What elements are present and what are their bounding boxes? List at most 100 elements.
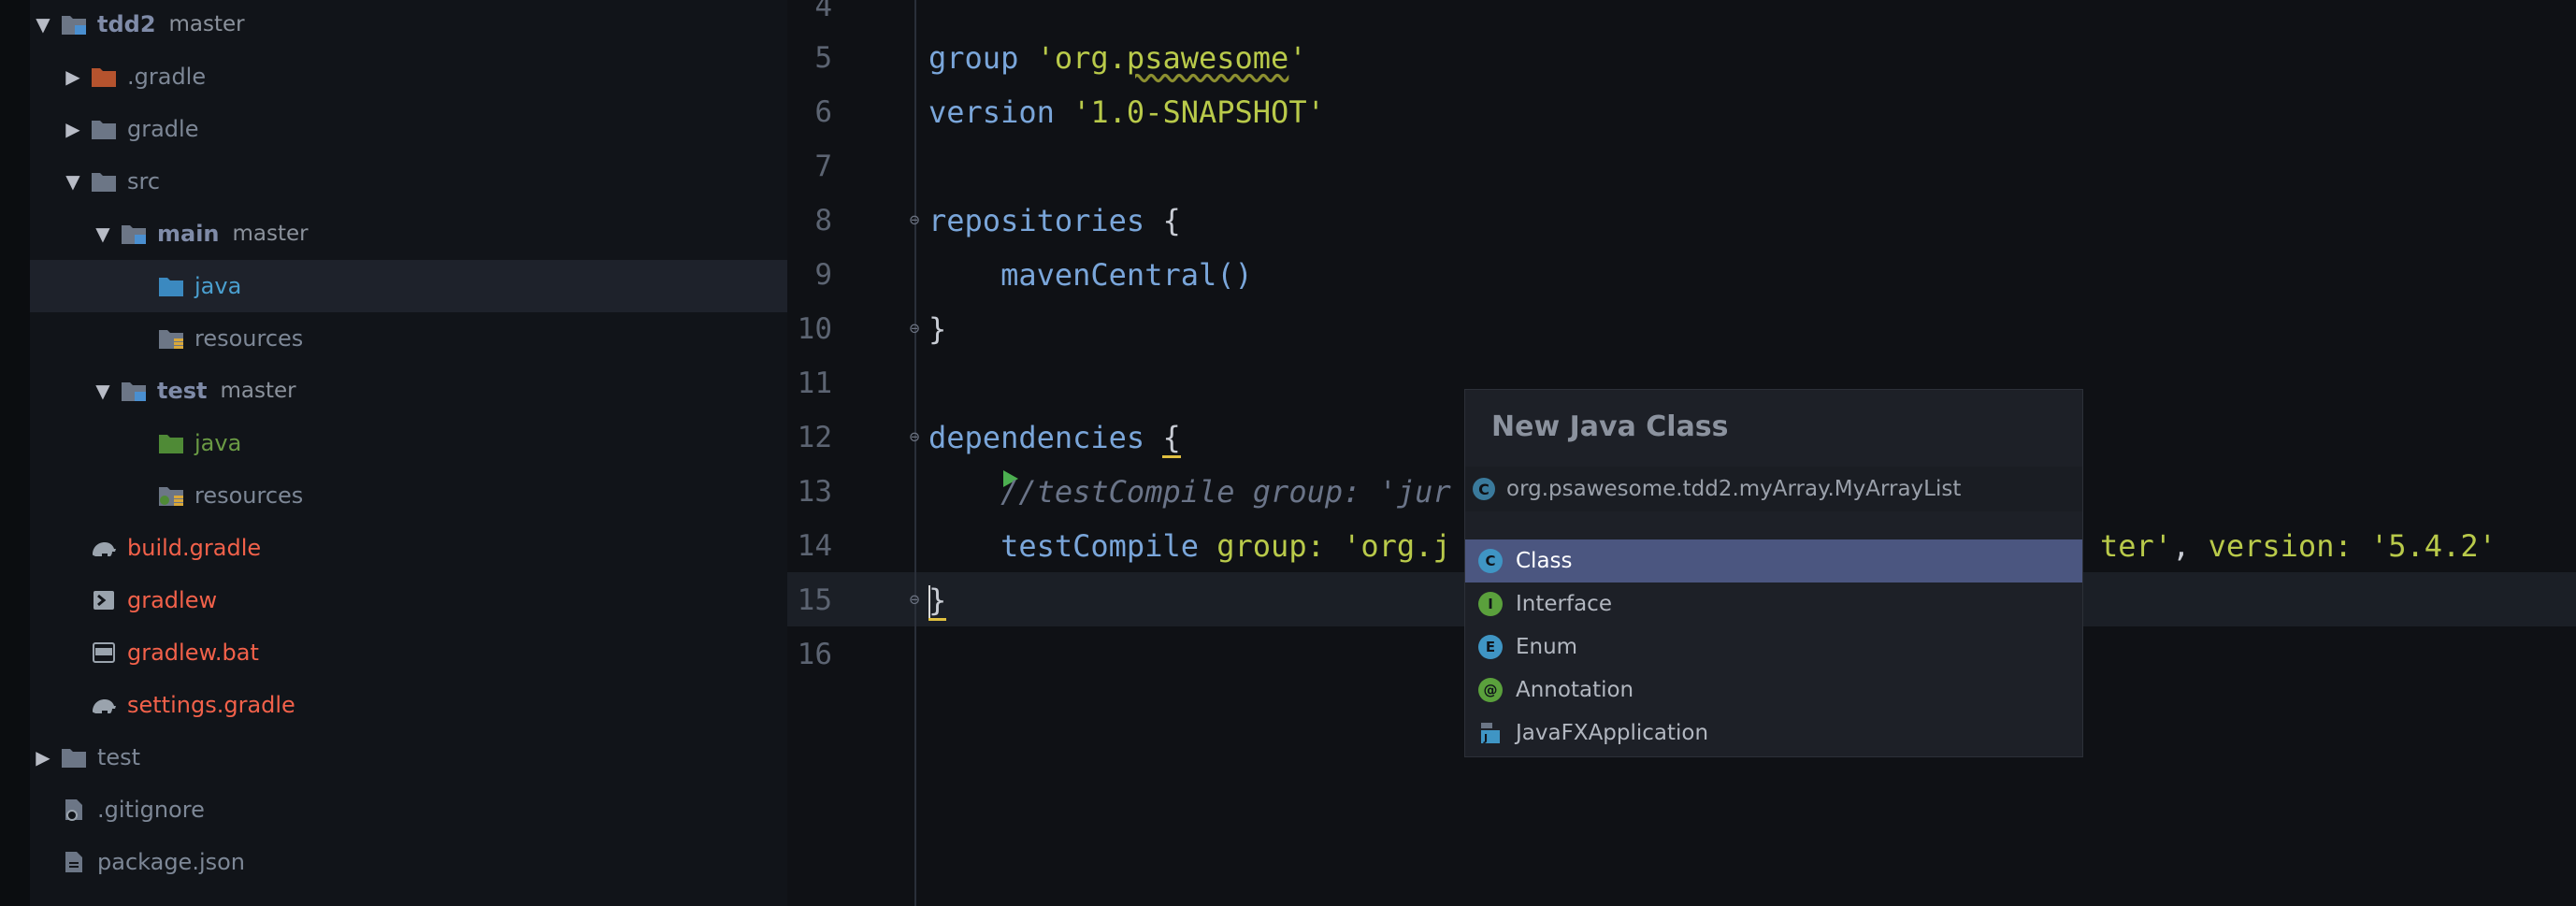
tree-item-gradle[interactable]: ▶ gradle bbox=[30, 103, 787, 155]
module-folder-icon bbox=[120, 222, 148, 246]
popup-title: New Java Class bbox=[1491, 410, 1729, 443]
tree-item-label: resources bbox=[194, 325, 304, 352]
kind-option-label: Annotation bbox=[1516, 678, 1634, 702]
code-line[interactable]: 5 group 'org.psawesome' bbox=[787, 31, 2576, 85]
collapsed-arrow-icon[interactable]: ▶ bbox=[60, 65, 86, 88]
expanded-arrow-icon[interactable]: ▼ bbox=[30, 13, 56, 36]
kind-option-label: Enum bbox=[1516, 635, 1578, 659]
line-number: 16 bbox=[797, 638, 832, 671]
line-number: 8 bbox=[814, 204, 832, 237]
tree-item-label: settings.gradle bbox=[127, 692, 295, 718]
code-text: mavenCentral() bbox=[928, 257, 1253, 293]
vcs-branch-label: master bbox=[220, 379, 296, 403]
tree-item-label: gradlew bbox=[127, 587, 218, 613]
run-gutter-icon[interactable] bbox=[855, 426, 1019, 487]
fold-end-icon[interactable]: ⊖ bbox=[905, 318, 924, 340]
source-folder-icon bbox=[157, 274, 185, 298]
class-name-input[interactable]: C org.psawesome.tdd2.myArray.MyArrayList bbox=[1465, 467, 2082, 511]
kind-option-interface[interactable]: I Interface bbox=[1465, 582, 2082, 626]
code-text: dependencies { bbox=[928, 420, 1181, 458]
tree-item-test-java[interactable]: java bbox=[30, 417, 787, 469]
tree-item-label: package.json bbox=[97, 849, 246, 875]
code-line[interactable]: 9 mavenCentral() bbox=[787, 248, 2576, 302]
fold-icon[interactable]: ⊖ bbox=[905, 209, 924, 232]
fold-end-icon[interactable]: ⊖ bbox=[905, 589, 924, 611]
tree-item-label: src bbox=[127, 168, 161, 194]
class-icon: C bbox=[1478, 549, 1503, 573]
tree-item-test-module[interactable]: ▼ test master bbox=[30, 365, 787, 417]
code-line[interactable]: 4 bbox=[787, 0, 2576, 34]
resources-folder-icon bbox=[157, 326, 185, 351]
module-folder-icon bbox=[120, 379, 148, 403]
tree-item-gitignore[interactable]: .gitignore bbox=[30, 784, 787, 836]
collapsed-arrow-icon[interactable]: ▶ bbox=[30, 746, 56, 769]
tree-item-main[interactable]: ▼ main master bbox=[30, 208, 787, 260]
tree-item-main-resources[interactable]: resources bbox=[30, 312, 787, 365]
expanded-arrow-icon[interactable]: ▼ bbox=[60, 170, 86, 193]
tree-item-test[interactable]: ▶ test bbox=[30, 731, 787, 784]
tree-item-dot-gradle[interactable]: ▶ .gradle bbox=[30, 50, 787, 103]
line-number: 10 bbox=[797, 312, 832, 346]
annotation-icon: @ bbox=[1478, 678, 1503, 702]
tree-item-label: java bbox=[194, 273, 242, 299]
json-file-icon bbox=[60, 850, 88, 874]
tree-item-main-java[interactable]: java bbox=[30, 260, 787, 312]
kind-option-annotation[interactable]: @ Annotation bbox=[1465, 669, 2082, 712]
code-line[interactable]: 8 ⊖ repositories { bbox=[787, 194, 2576, 248]
line-number: 4 bbox=[814, 0, 832, 23]
tree-item-package-json[interactable]: package.json bbox=[30, 836, 787, 888]
line-number: 14 bbox=[797, 529, 832, 563]
kind-option-class[interactable]: C Class bbox=[1465, 539, 2082, 582]
tree-item-tdd2[interactable]: ▼ tdd2 master bbox=[30, 0, 787, 50]
svg-text:J: J bbox=[1483, 732, 1488, 744]
kind-option-label: JavaFXApplication bbox=[1516, 721, 1709, 745]
code-text: } bbox=[928, 582, 947, 621]
tree-item-label: tdd2 bbox=[97, 11, 156, 37]
kind-option-label: Interface bbox=[1516, 592, 1612, 616]
tree-item-src[interactable]: ▼ src bbox=[30, 155, 787, 208]
line-number: 12 bbox=[797, 421, 832, 454]
expanded-arrow-icon[interactable]: ▼ bbox=[90, 223, 116, 245]
line-number: 11 bbox=[797, 367, 832, 400]
test-resources-folder-icon bbox=[157, 483, 185, 508]
kind-option-javafx[interactable]: J JavaFXApplication bbox=[1465, 712, 2082, 755]
excluded-folder-icon bbox=[90, 65, 118, 89]
kind-option-enum[interactable]: E Enum bbox=[1465, 626, 2082, 669]
interface-icon: I bbox=[1478, 592, 1503, 616]
tree-item-test-resources[interactable]: resources bbox=[30, 469, 787, 522]
collapsed-arrow-icon[interactable]: ▶ bbox=[60, 118, 86, 140]
line-number: 5 bbox=[814, 41, 832, 75]
tree-item-gradlew-bat[interactable]: gradlew.bat bbox=[30, 626, 787, 679]
expanded-arrow-icon[interactable]: ▼ bbox=[90, 380, 116, 402]
shell-script-icon bbox=[90, 588, 118, 612]
folder-icon bbox=[90, 117, 118, 141]
folder-icon bbox=[60, 745, 88, 769]
fold-icon[interactable]: ⊖ bbox=[905, 426, 924, 449]
code-text-tail: ter', version: '5.4.2' bbox=[2100, 528, 2497, 564]
class-name-value[interactable]: org.psawesome.tdd2.myArray.MyArrayList bbox=[1506, 477, 1961, 501]
code-line[interactable]: 6 version '1.0-SNAPSHOT' bbox=[787, 85, 2576, 139]
line-number: 6 bbox=[814, 95, 832, 129]
folder-icon bbox=[60, 902, 88, 906]
class-kind-list[interactable]: C Class I Interface E Enum @ Annotation … bbox=[1465, 539, 2082, 755]
code-line[interactable]: 10 ⊖ } bbox=[787, 302, 2576, 356]
code-text: testCompile group: 'org.j bbox=[928, 528, 1451, 564]
tree-item-settings-gradle[interactable]: settings.gradle bbox=[30, 679, 787, 731]
new-java-class-popup[interactable]: New Java Class C org.psawesome.tdd2.myAr… bbox=[1464, 389, 2083, 757]
tree-item-label: .gradle bbox=[127, 64, 207, 90]
vcs-branch-label: master bbox=[168, 12, 245, 36]
tree-item-label: .gitignore bbox=[97, 797, 205, 823]
code-text: repositories { bbox=[928, 203, 1181, 238]
code-line[interactable]: 7 bbox=[787, 139, 2576, 194]
tree-item-label: test bbox=[157, 378, 208, 404]
line-number: 7 bbox=[814, 150, 832, 183]
tree-item-gradlew[interactable]: gradlew bbox=[30, 574, 787, 626]
vcs-branch-label: master bbox=[232, 222, 309, 246]
tree-item-build-gradle[interactable]: build.gradle bbox=[30, 522, 787, 574]
tree-item-label: build.gradle bbox=[127, 535, 262, 561]
class-icon: C bbox=[1473, 478, 1495, 500]
ignore-file-icon bbox=[60, 798, 88, 822]
kind-option-label: Class bbox=[1516, 549, 1573, 573]
code-text: version '1.0-SNAPSHOT' bbox=[928, 94, 1325, 130]
bat-file-icon bbox=[90, 640, 118, 665]
